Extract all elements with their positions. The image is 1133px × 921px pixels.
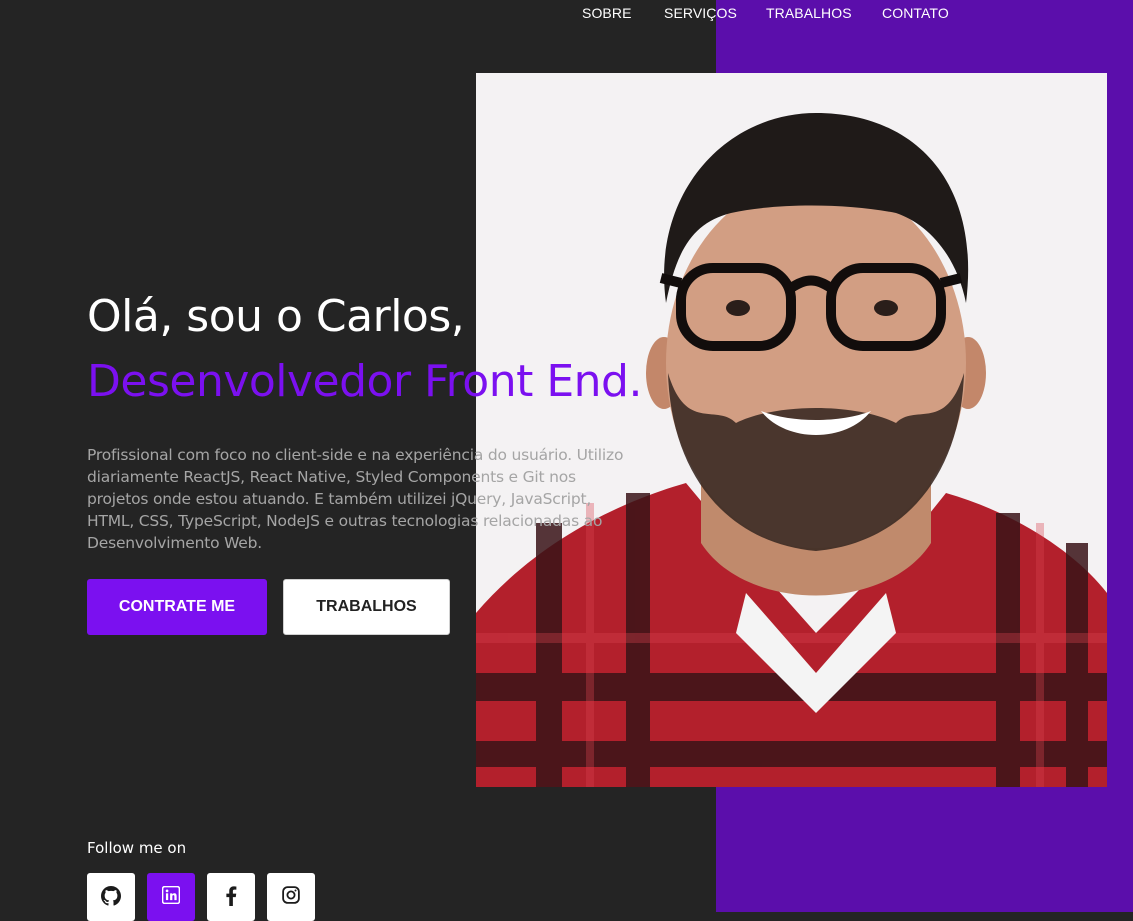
linkedin-icon	[162, 886, 180, 904]
facebook-link[interactable]	[207, 873, 255, 921]
github-link[interactable]	[87, 873, 135, 921]
follow-label: Follow me on	[87, 839, 187, 857]
linkedin-link[interactable]	[147, 873, 195, 921]
nav-item-sobre[interactable]: SOBRE	[582, 5, 632, 21]
hero-role-title: Desenvolvedor Front End.	[87, 356, 642, 407]
facebook-icon	[226, 886, 237, 906]
instagram-icon	[282, 886, 300, 904]
hero-greeting: Olá, sou o Carlos,	[87, 291, 465, 342]
works-button[interactable]: TRABALHOS	[283, 579, 450, 635]
profile-photo	[476, 73, 1107, 787]
hero-bio: Profissional com foco no client-side e n…	[87, 446, 624, 552]
instagram-link[interactable]	[267, 873, 315, 921]
top-nav: SOBRE SERVIÇOS TRABALHOS CONTATO	[0, 5, 1133, 23]
nav-item-contato[interactable]: CONTATO	[882, 5, 949, 21]
hire-me-button[interactable]: CONTRATE ME	[87, 579, 267, 635]
nav-item-trabalhos[interactable]: TRABALHOS	[766, 5, 852, 21]
nav-item-servicos[interactable]: SERVIÇOS	[664, 5, 737, 21]
github-icon	[101, 886, 121, 906]
